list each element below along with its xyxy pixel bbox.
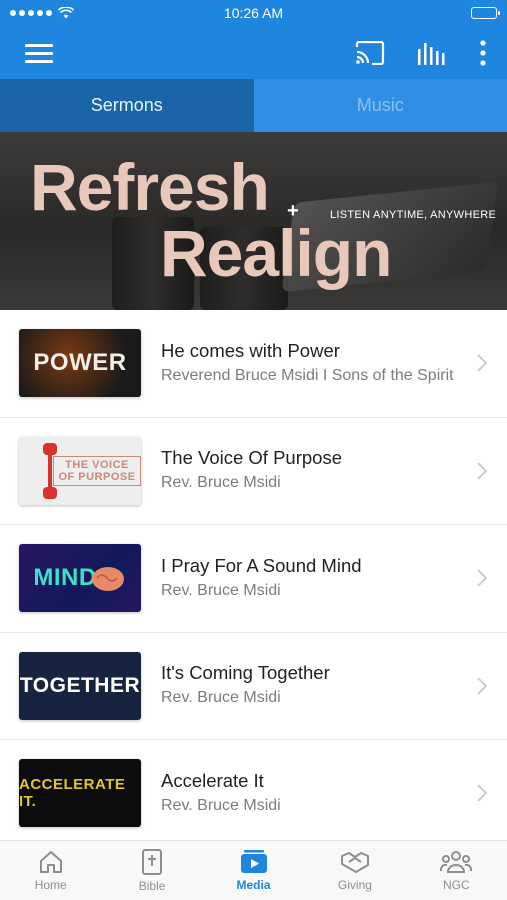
sermon-thumbnail: THE VOICE OF PURPOSE bbox=[19, 436, 141, 505]
nav-giving[interactable]: Giving bbox=[304, 841, 405, 900]
handshake-icon bbox=[340, 851, 369, 873]
sermon-subtitle: Rev. Bruce Msidi bbox=[161, 796, 281, 814]
banner-tagline: LISTEN ANYTIME, ANYWHERE bbox=[330, 209, 497, 221]
list-item[interactable]: ACCELERATE IT. Accelerate It Rev. Bruce … bbox=[0, 740, 507, 840]
nav-label: Media bbox=[236, 877, 271, 892]
sermon-info: I Pray For A Sound Mind Rev. Bruce Msidi bbox=[141, 555, 475, 602]
group-icon bbox=[440, 850, 473, 873]
thumbnail-text: THE VOICE OF PURPOSE bbox=[53, 455, 141, 486]
chevron-right-icon bbox=[477, 677, 488, 695]
sermon-title: The Voice Of Purpose bbox=[161, 447, 342, 469]
telephone-icon bbox=[43, 442, 57, 499]
bottom-tab-bar: Home Bible Media Giving NGC bbox=[0, 840, 507, 900]
status-time: 10:26 AM bbox=[223, 5, 284, 21]
top-app-bar bbox=[0, 26, 507, 79]
nav-label: Giving bbox=[337, 877, 372, 892]
topbar-actions bbox=[355, 39, 487, 66]
nav-label: NGC bbox=[442, 877, 470, 892]
sermon-title: He comes with Power bbox=[161, 339, 340, 361]
status-bar: 10:26 AM bbox=[0, 0, 507, 26]
cast-icon[interactable] bbox=[355, 40, 385, 65]
battery-icon bbox=[471, 7, 500, 19]
chevron-right-icon bbox=[477, 784, 488, 802]
list-item[interactable]: TOGETHER It's Coming Together Rev. Bruce… bbox=[0, 633, 507, 740]
thumbnail-text: TOGETHER bbox=[19, 673, 141, 697]
thumbnail-text: MIND bbox=[33, 564, 97, 592]
sermon-thumbnail: TOGETHER bbox=[19, 651, 141, 720]
sermon-subtitle: Reverend Bruce Msidi I Sons of the Spiri… bbox=[161, 366, 454, 384]
list-item[interactable]: MIND I Pray For A Sound Mind Rev. Bruce … bbox=[0, 525, 507, 633]
media-play-icon bbox=[240, 849, 267, 873]
more-vert-icon[interactable] bbox=[479, 39, 487, 66]
chevron-right-icon bbox=[477, 354, 488, 372]
nav-media[interactable]: Media bbox=[203, 841, 304, 900]
thumbnail-text: POWER bbox=[33, 349, 127, 377]
nav-bible[interactable]: Bible bbox=[101, 841, 202, 900]
chevron-right-icon bbox=[477, 569, 488, 587]
sermon-info: Accelerate It Rev. Bruce Msidi bbox=[141, 770, 475, 817]
nav-home[interactable]: Home bbox=[0, 841, 101, 900]
bible-icon bbox=[142, 848, 163, 875]
signal-icon bbox=[10, 10, 52, 16]
equalizer-icon[interactable] bbox=[417, 41, 447, 65]
sermon-subtitle: Rev. Bruce Msidi bbox=[161, 689, 281, 707]
app-screen: 10:26 AM Sermons Music Refresh + Realign… bbox=[0, 0, 507, 900]
banner-title-line2: Realign bbox=[160, 216, 392, 290]
sermon-title: Accelerate It bbox=[161, 769, 264, 791]
menu-icon[interactable] bbox=[25, 42, 53, 64]
list-item[interactable]: POWER He comes with Power Reverend Bruce… bbox=[0, 310, 507, 418]
list-item[interactable]: THE VOICE OF PURPOSE The Voice Of Purpos… bbox=[0, 418, 507, 525]
chevron-right-icon bbox=[477, 462, 488, 480]
nav-label: Home bbox=[34, 877, 67, 892]
segment-tabs: Sermons Music bbox=[0, 79, 507, 132]
brain-icon bbox=[92, 567, 124, 592]
sermon-title: I Pray For A Sound Mind bbox=[161, 554, 362, 576]
sermon-title: It's Coming Together bbox=[161, 662, 330, 684]
sermon-info: It's Coming Together Rev. Bruce Msidi bbox=[141, 662, 475, 709]
sermon-list: POWER He comes with Power Reverend Bruce… bbox=[0, 310, 507, 840]
sermon-subtitle: Rev. Bruce Msidi bbox=[161, 474, 281, 492]
home-icon bbox=[39, 850, 62, 873]
sermon-thumbnail: POWER bbox=[19, 329, 141, 398]
sermon-info: The Voice Of Purpose Rev. Bruce Msidi bbox=[141, 447, 475, 494]
banner-title-line1: Refresh bbox=[30, 150, 270, 224]
nav-ngc[interactable]: NGC bbox=[406, 841, 507, 900]
signal-group bbox=[10, 7, 74, 19]
sermon-thumbnail: ACCELERATE IT. bbox=[19, 759, 141, 828]
sermon-subtitle: Rev. Bruce Msidi bbox=[161, 581, 281, 599]
tab-music[interactable]: Music bbox=[253, 79, 507, 132]
tab-sermons[interactable]: Sermons bbox=[0, 79, 254, 132]
sermon-info: He comes with Power Reverend Bruce Msidi… bbox=[141, 340, 475, 387]
thumbnail-text: ACCELERATE IT. bbox=[19, 776, 126, 811]
nav-label: Bible bbox=[138, 878, 166, 893]
sermon-thumbnail: MIND bbox=[19, 544, 141, 613]
hero-banner: Refresh + Realign LISTEN ANYTIME, ANYWHE… bbox=[0, 132, 507, 310]
wifi-icon bbox=[58, 7, 74, 19]
